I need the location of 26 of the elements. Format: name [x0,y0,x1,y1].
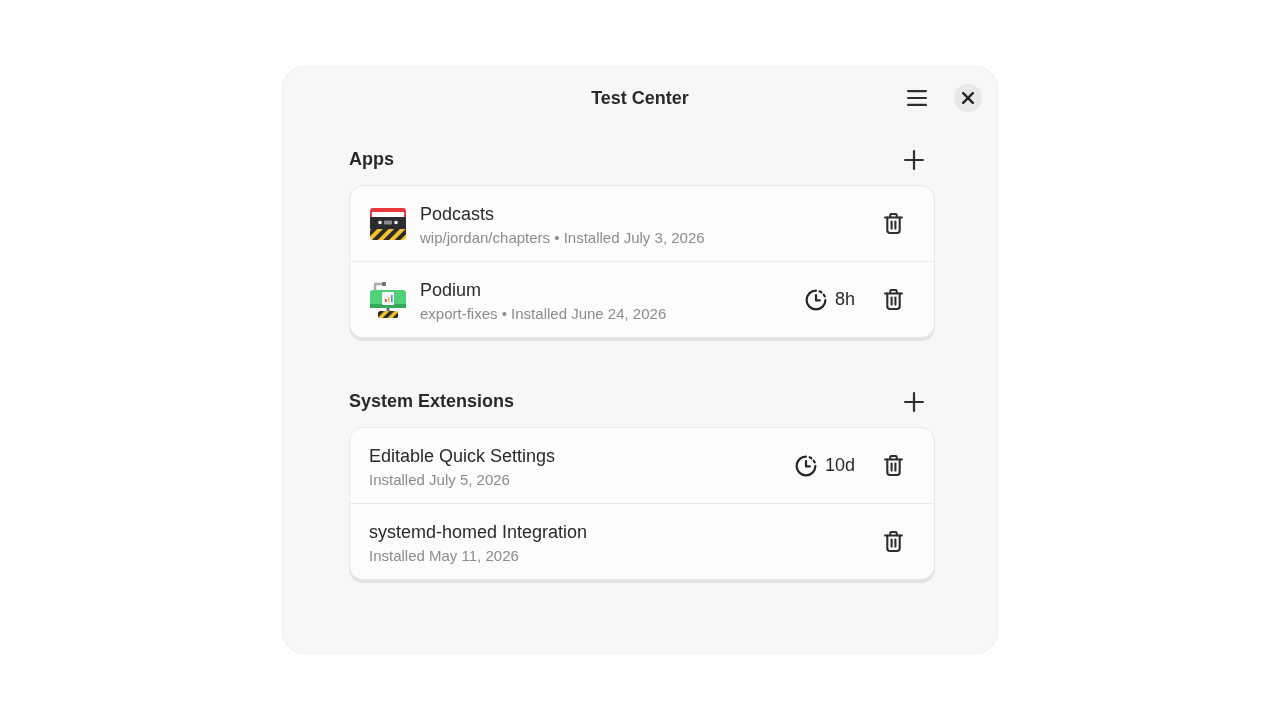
item-name: systemd-homed Integration [369,520,588,543]
timer-icon [794,454,817,477]
menu-icon [907,89,927,106]
plus-icon [904,392,924,412]
trash-icon [883,213,903,234]
item-details: wip/jordan/chapters • Installed July 3, 2026 [420,227,705,247]
section-heading: Apps [349,148,394,170]
section-heading: System Extensions [349,390,515,412]
plus-icon [904,150,924,170]
trash-icon [883,455,903,476]
close-icon [962,91,974,104]
item-name: Editable Quick Settings [369,444,556,467]
item-details: Installed July 5, 2026 [369,469,510,489]
trash-icon [883,289,903,310]
window-title: Test Center [591,86,689,109]
item-name: Podium [420,278,482,301]
item-name: Podcasts [420,202,495,225]
item-details: Installed May 11, 2026 [369,545,519,565]
close-button[interactable] [954,83,982,112]
timer-icon [804,288,827,311]
expiry-time: 8h [834,289,855,310]
trash-icon [883,531,903,552]
cassette-icon [370,207,406,240]
sign-board-icon [370,280,406,319]
expiry-time: 10d [824,455,855,476]
item-details: export-fixes • Installed June 24, 2026 [420,303,667,323]
